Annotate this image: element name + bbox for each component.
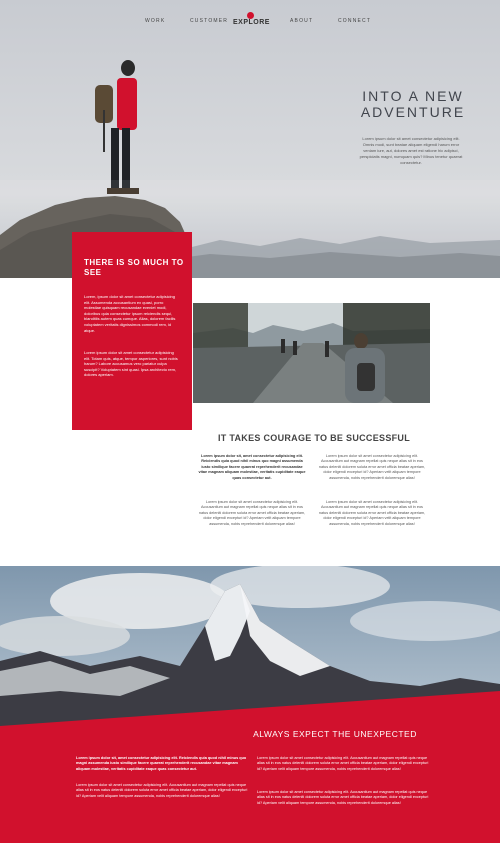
nav-link-customer[interactable]: CUSTOMER <box>190 18 228 24</box>
unexpected-right-paragraph-2: Lorem ipsum dolor sit amet consectetur a… <box>257 790 429 805</box>
courage-col-2-paragraph-2: Lorem ipsum dolor sit amet consectetur a… <box>318 500 426 526</box>
unexpected-left-bold-text: Lorem ipsum dolor sit, amet consectetur … <box>76 756 247 771</box>
courage-title: IT TAKES COURAGE TO BE SUCCESSFUL <box>217 433 411 443</box>
brand-logo[interactable]: EXPLORE <box>233 19 269 26</box>
nav-link-connect[interactable]: CONNECT <box>338 18 371 24</box>
nav-link-about[interactable]: ABOUT <box>290 18 313 24</box>
road-photo <box>193 303 430 403</box>
unexpected-title: ALWAYS EXPECT THE UNEXPECTED <box>253 729 417 739</box>
courage-col-1-bold-text: Lorem ipsum dolor sit, amet consectetur … <box>198 454 306 480</box>
top-nav: WORK CUSTOMER EXPLORE ABOUT CONNECT <box>0 12 500 38</box>
nav-link-work[interactable]: WORK <box>145 18 165 24</box>
see-more-title: THERE IS SO MUCH TO SEE <box>84 258 184 277</box>
courage-col-1-bold: Lorem ipsum dolor sit, amet consectetur … <box>198 454 306 481</box>
see-more-card: THERE IS SO MUCH TO SEE Lorem, ipsum dol… <box>72 232 192 430</box>
see-more-paragraph-1: Lorem, ipsum dolor sit amet consectetur … <box>84 294 176 333</box>
courage-col-1-paragraph-2: Lorem ipsum dolor sit amet consectetur a… <box>198 500 306 526</box>
road-photo-art <box>193 303 430 403</box>
unexpected-right-paragraph-1: Lorem ipsum dolor sit amet consectetur a… <box>257 756 429 771</box>
see-more-paragraph-2: Lorem ipsum dolor sit amet consectetur a… <box>84 350 178 378</box>
hero-title: INTO A NEW ADVENTURE <box>360 88 466 120</box>
courage-col-2-paragraph-1: Lorem ipsum dolor sit amet consectetur a… <box>318 454 426 480</box>
unexpected-left-paragraph-2: Lorem ipsum dolor sit amet consectetur a… <box>76 783 248 798</box>
unexpected-left-bold: Lorem ipsum dolor sit, amet consectetur … <box>76 756 248 772</box>
compass-badge-icon[interactable] <box>247 12 254 19</box>
hero-text: Lorem ipsum dolor sit amet consectetur a… <box>359 136 463 165</box>
